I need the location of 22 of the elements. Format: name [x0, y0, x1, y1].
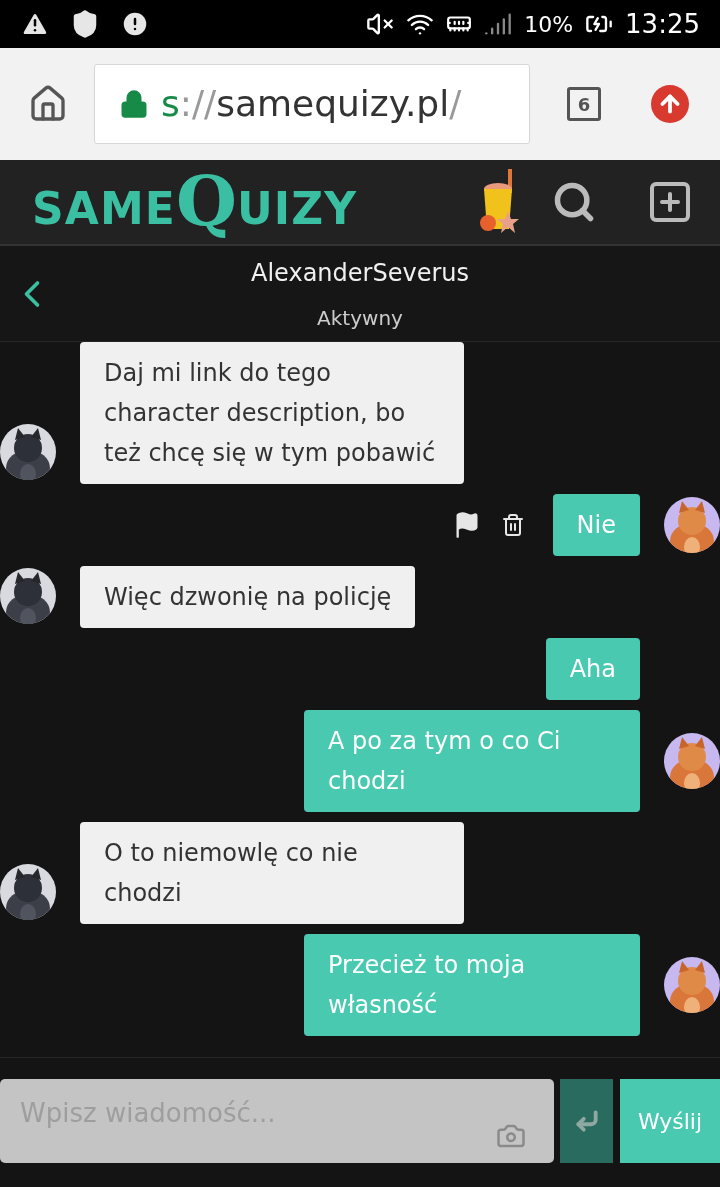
- message-bubble: Aha: [545, 638, 640, 700]
- message-bubble: O to niemowlę co nie chodzi: [80, 822, 464, 924]
- message-bubble: Więc dzwonię na policję: [80, 566, 416, 628]
- message-bubble: Nie: [552, 494, 640, 556]
- url-field[interactable]: s://samequizy.pl/: [94, 64, 530, 144]
- message-bubble: Przecież to moja własność: [304, 934, 640, 1036]
- alert-icon: [120, 9, 150, 39]
- trash-icon[interactable]: [500, 513, 525, 537]
- clock: 13:25: [625, 7, 700, 41]
- lock-icon: [119, 89, 149, 119]
- enter-button[interactable]: [560, 1079, 613, 1163]
- battery-percent: 10%: [524, 10, 574, 39]
- update-icon[interactable]: [651, 85, 689, 123]
- url-text: s://samequizy.pl/: [161, 82, 462, 126]
- message-bubble: Daj mi link do tego character description, bo też chcę się w tym pobawić: [80, 342, 464, 484]
- enter-icon: [573, 1108, 600, 1134]
- contact-name: AlexanderSeverus: [251, 257, 469, 289]
- home-icon[interactable]: [28, 84, 68, 124]
- tab-count[interactable]: 6: [567, 87, 601, 121]
- search-icon[interactable]: [552, 180, 596, 224]
- message-bubble: A po za tym o co Ci chodzi: [304, 710, 640, 812]
- contact-status: Aktywny: [317, 304, 403, 332]
